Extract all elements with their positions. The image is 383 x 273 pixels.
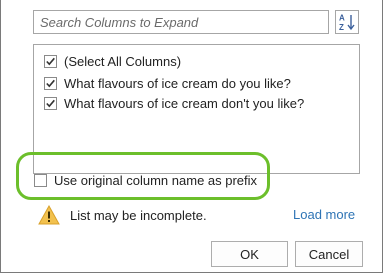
checkmark-icon [46, 99, 55, 107]
cancel-button[interactable]: Cancel [295, 241, 363, 267]
prefix-checkbox[interactable] [34, 173, 47, 187]
prefix-option[interactable]: Use original column name as prefix [34, 171, 257, 189]
list-item-label: (Select All Columns) [64, 53, 182, 69]
column-dislike-checkbox[interactable] [44, 96, 57, 110]
list-item-label: What flavours of ice cream do you like? [64, 75, 291, 91]
select-all-checkbox[interactable] [44, 54, 57, 68]
list-item-column-dislike[interactable]: What flavours of ice cream don't you lik… [44, 94, 304, 112]
list-item-select-all[interactable]: (Select All Columns) [44, 52, 181, 70]
load-more-link[interactable]: Load more [293, 207, 355, 222]
sort-button[interactable]: A Z [335, 10, 359, 34]
search-box[interactable] [33, 10, 329, 34]
list-item-label: What flavours of ice cream don't you lik… [64, 95, 305, 111]
checkmark-icon [46, 57, 55, 65]
ok-button[interactable]: OK [211, 241, 288, 267]
checkmark-icon [46, 79, 55, 87]
sort-az-icon: A Z [339, 14, 355, 32]
svg-text:Z: Z [339, 23, 344, 32]
expand-columns-dialog: A Z (Select All Columns) What flavours o… [0, 0, 383, 273]
warning-icon [38, 205, 60, 225]
search-input[interactable] [34, 11, 328, 33]
list-item-column-like[interactable]: What flavours of ice cream do you like? [44, 74, 291, 92]
svg-text:A: A [339, 14, 345, 23]
warning-text: List may be incomplete. [70, 207, 207, 223]
prefix-option-label: Use original column name as prefix [54, 172, 258, 188]
incomplete-warning: List may be incomplete. [38, 204, 207, 226]
column-like-checkbox[interactable] [44, 76, 57, 90]
